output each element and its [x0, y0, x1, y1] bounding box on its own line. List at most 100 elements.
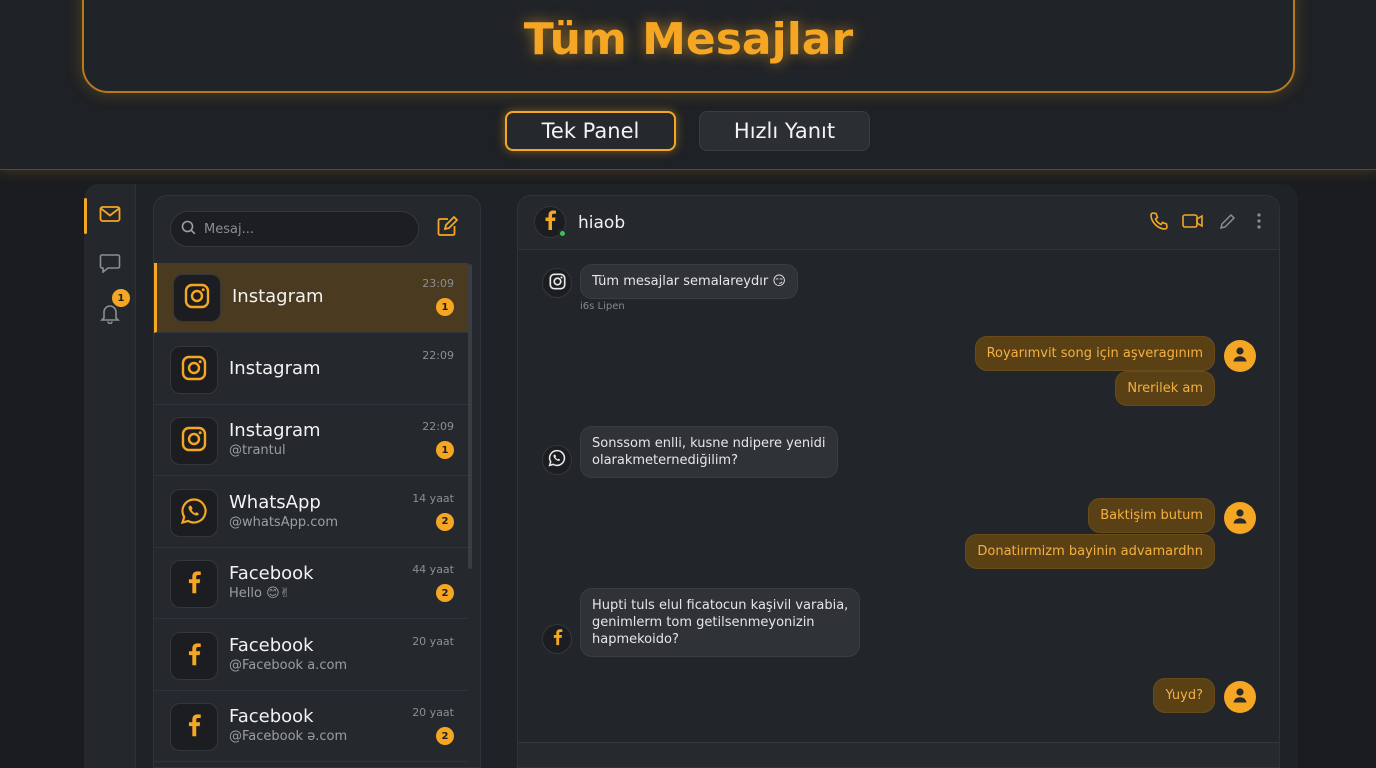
- nav-rail: 1: [84, 184, 136, 768]
- conversation-time: 44 yaat: [412, 563, 454, 576]
- conversation-preview: @whatsApp.com: [229, 514, 339, 530]
- conversation-name: Instagram: [229, 357, 321, 379]
- chat-bubble-icon: [99, 253, 121, 277]
- more-options-button[interactable]: [1246, 210, 1272, 236]
- conversation-name: Facebook: [229, 706, 314, 727]
- instagram-icon: [181, 355, 207, 385]
- conversation-avatar: [170, 631, 218, 680]
- user-avatar: [1224, 502, 1256, 534]
- facebook-icon: [542, 210, 558, 234]
- conversation-name: Facebook: [229, 634, 314, 656]
- message-text-line: Nrerilek am: [1127, 381, 1203, 396]
- conversation-time: 14 yaat: [412, 491, 454, 505]
- message-source: [542, 445, 572, 475]
- incoming-message: Tüm mesajlar semalareydır 😏: [580, 264, 798, 299]
- message-text-line: Hupti tuls elul ficatocun kaşivil varabi…: [592, 598, 849, 613]
- search-bar[interactable]: [170, 211, 419, 247]
- search-icon: [181, 220, 196, 239]
- conversation-avatar: [170, 488, 218, 537]
- message-text-line: Donatiırmizm bayinin advamardhn: [977, 544, 1203, 559]
- conversation-name: Instagram: [229, 420, 321, 441]
- more-vertical-icon: [1256, 212, 1262, 234]
- message-source: [542, 268, 572, 298]
- instagram-icon: [548, 272, 566, 294]
- pencil-icon: [1219, 212, 1237, 234]
- list-scrollbar[interactable]: [468, 264, 472, 569]
- facebook-icon: [185, 568, 203, 600]
- message-text-line: Baktişim butum: [1100, 508, 1203, 523]
- conversation-item[interactable]: Instagram 23:09 1: [154, 263, 468, 333]
- conversation-item[interactable]: Instagram @trantul 22:09 1: [154, 406, 468, 476]
- conversation-preview: @Facebook ə.com: [229, 729, 348, 744]
- user-icon: [1231, 686, 1249, 708]
- instagram-icon: [181, 426, 207, 456]
- message-composer[interactable]: [518, 742, 1279, 767]
- mode-button-quick-reply[interactable]: Hızlı Yanıt: [699, 111, 870, 151]
- incoming-message: Hupti tuls elul ficatocun kaşivil varabi…: [580, 588, 861, 657]
- conversation-avatar: [170, 345, 218, 394]
- message-meta: i6s Lipen: [580, 301, 625, 312]
- notification-badge: 1: [112, 289, 130, 307]
- conversation-time: 22:09: [422, 420, 454, 433]
- user-avatar: [1224, 340, 1256, 372]
- conversation-item[interactable]: WhatsApp @whatsApp.com 14 yaat 2: [154, 478, 468, 548]
- unread-badge: 1: [436, 298, 454, 316]
- conversation-preview: Hello 😊✌: [229, 586, 291, 601]
- message-text-line: Tüm mesajlar semalareydır 😏: [592, 274, 786, 289]
- compose-button[interactable]: [434, 215, 460, 242]
- conversation-avatar: [170, 417, 218, 465]
- conversation-time: 23:09: [422, 277, 454, 290]
- mode-button-single-panel[interactable]: Tek Panel: [505, 111, 676, 151]
- rail-item-messages[interactable]: [84, 196, 136, 236]
- contact-name: hiaob: [578, 213, 626, 233]
- facebook-icon: [185, 711, 203, 743]
- unread-badge: 2: [436, 727, 454, 745]
- conversation-item[interactable]: Facebook @Facebook ə.com 20 yaat 2: [154, 692, 468, 762]
- mail-icon: [99, 205, 121, 227]
- message-text-line: Sonssom enlli, kusne ndipere yenidi: [592, 436, 826, 451]
- page-title: Tüm Mesajlar: [523, 14, 854, 65]
- rail-item-notifications[interactable]: 1: [84, 289, 136, 335]
- unread-badge: 2: [436, 584, 454, 602]
- message-text-line: Royarımvit song için aşveragınım: [986, 346, 1203, 361]
- outgoing-message: Yuyd?: [1153, 678, 1215, 713]
- user-icon: [1231, 507, 1249, 529]
- unread-badge: 2: [436, 512, 454, 531]
- message-text-line: olarakmeternediğilim?: [592, 453, 738, 468]
- incoming-message: Sonssom enlli, kusne ndipere yenidi olara…: [580, 426, 838, 478]
- unread-badge: 1: [436, 441, 454, 459]
- call-button[interactable]: [1146, 210, 1172, 236]
- chat-header: hiaob: [518, 196, 1279, 250]
- title-frame: Tüm Mesajlar: [82, 0, 1295, 93]
- conversation-item[interactable]: Facebook Hello 😊✌ 44 yaat 2: [154, 549, 468, 619]
- header-bar: Tüm Mesajlar Tek Panel Hızlı Yanıt: [0, 0, 1376, 170]
- conversation-name: WhatsApp: [229, 491, 321, 513]
- outgoing-message: Nrerilek am: [1115, 371, 1215, 406]
- whatsapp-icon: [548, 449, 566, 471]
- conversation-time: 20 yaat: [412, 634, 454, 648]
- message-text-line: hapmekoido?: [592, 632, 679, 647]
- message-text-line: Yuyd?: [1165, 688, 1203, 703]
- search-input[interactable]: [204, 221, 404, 237]
- conversation-avatar: [173, 274, 221, 322]
- message-text-line: genimlerm tom getilsenmeyonizin: [592, 615, 815, 630]
- rail-item-chats[interactable]: [84, 245, 136, 285]
- outgoing-message: Baktişim butum: [1088, 498, 1215, 533]
- conversation-name: Instagram: [232, 286, 324, 307]
- edit-button[interactable]: [1215, 210, 1241, 236]
- phone-icon: [1149, 211, 1169, 235]
- video-call-button[interactable]: [1180, 210, 1206, 236]
- conversation-time: 20 yaat: [412, 706, 454, 719]
- outgoing-message: Donatiırmizm bayinin advamardhn: [965, 534, 1215, 569]
- user-avatar: [1224, 681, 1256, 713]
- online-status-dot: [558, 229, 567, 238]
- compose-icon: [436, 215, 459, 242]
- conversation-list-panel: Instagram 23:09 1 Instagram 22:09 Instagram @t…: [153, 195, 481, 768]
- message-source: [542, 624, 572, 654]
- conversation-item[interactable]: Facebook @Facebook a.com 20 yaat: [154, 621, 468, 691]
- conversation-item[interactable]: Instagram 22:09: [154, 335, 468, 405]
- conversation-preview: @Facebook a.com: [229, 657, 348, 673]
- conversation-name: Facebook: [229, 563, 314, 584]
- instagram-icon: [184, 283, 210, 313]
- video-camera-icon: [1182, 213, 1204, 233]
